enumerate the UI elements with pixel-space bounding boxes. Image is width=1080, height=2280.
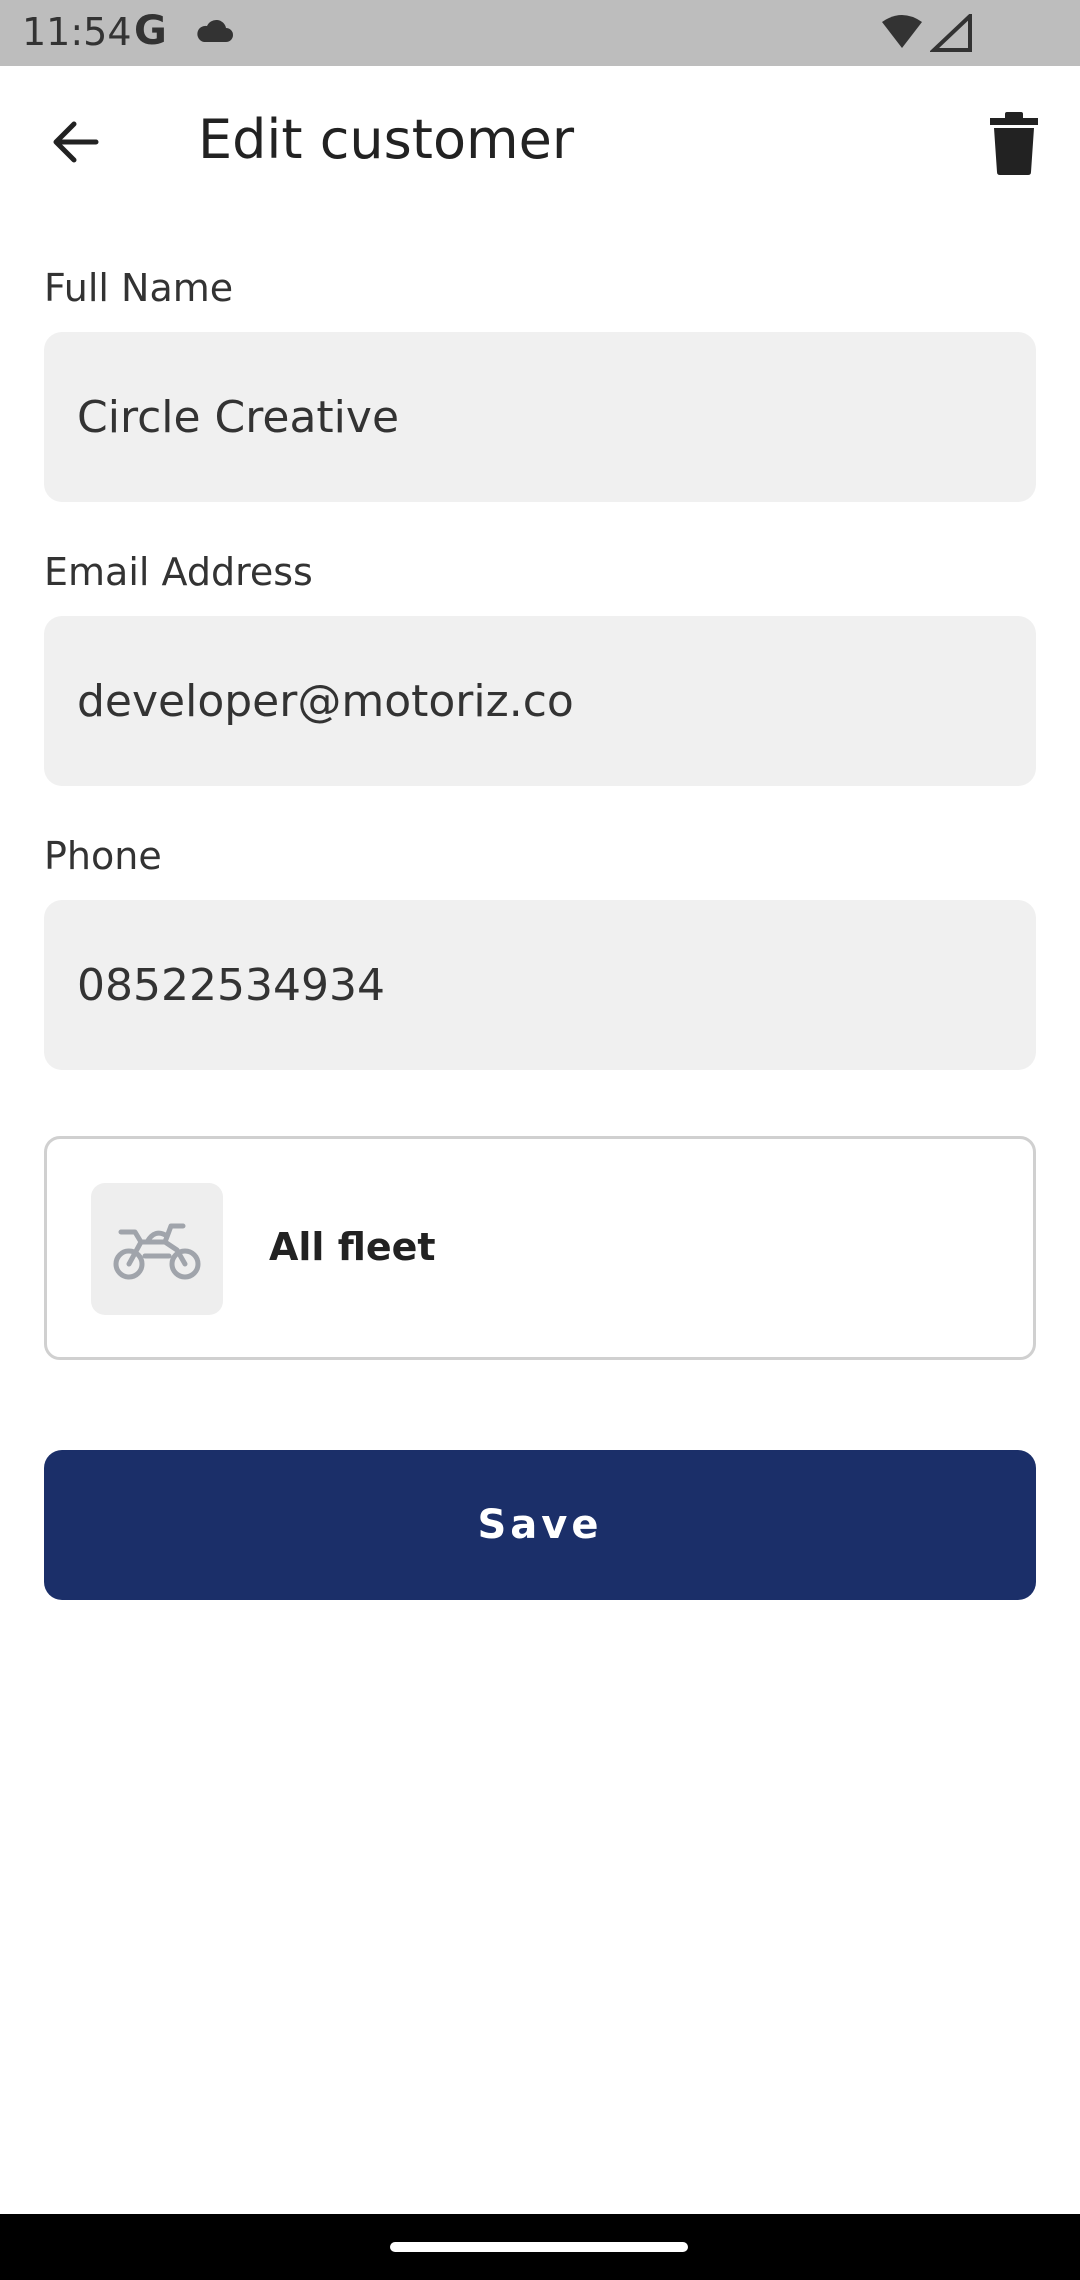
trash-icon <box>990 112 1038 175</box>
arrow-left-icon <box>53 121 99 163</box>
phone-input[interactable]: 08522534934 <box>44 900 1036 1070</box>
google-icon: G <box>134 8 167 54</box>
phone-label: Phone <box>44 834 162 878</box>
email-input[interactable]: developer@motoriz.co <box>44 616 1036 786</box>
page-title: Edit customer <box>198 108 575 171</box>
wifi-icon <box>880 14 924 54</box>
delete-button[interactable] <box>988 112 1040 176</box>
fleet-label: All fleet <box>269 1225 436 1269</box>
email-label: Email Address <box>44 550 313 594</box>
home-handle[interactable] <box>390 2242 688 2252</box>
edit-customer-screen: 11:54 G Edit customer Full Name Circle C… <box>0 0 1080 2280</box>
motorcycle-icon <box>113 1223 201 1280</box>
cloud-icon <box>194 18 234 48</box>
full-name-input[interactable]: Circle Creative <box>44 332 1036 502</box>
full-name-label: Full Name <box>44 266 234 310</box>
back-button[interactable] <box>44 110 108 174</box>
signal-icon <box>928 11 972 56</box>
fleet-selector[interactable]: All fleet <box>44 1136 1036 1360</box>
fleet-icon-box <box>91 1183 223 1315</box>
navigation-bar <box>0 2214 1080 2280</box>
status-time: 11:54 <box>22 10 132 54</box>
save-button[interactable]: Save <box>44 1450 1036 1600</box>
status-bar: 11:54 G <box>0 0 1080 66</box>
